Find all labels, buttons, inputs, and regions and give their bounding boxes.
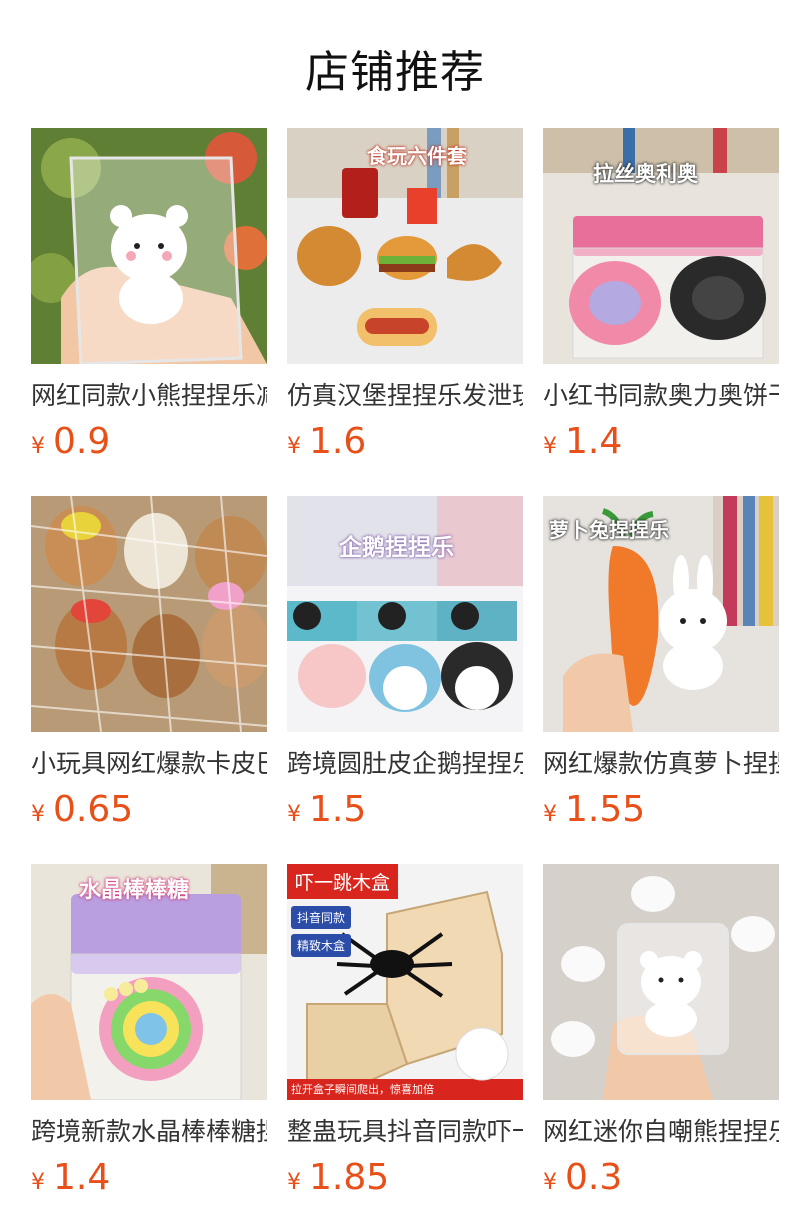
currency-symbol: ¥ [543, 1170, 557, 1195]
oreo-squishy-image[interactable]: 拉丝奥利奥 [543, 128, 779, 364]
currency-symbol: ¥ [31, 434, 45, 459]
price-value: 0.9 [53, 421, 111, 462]
product-card[interactable]: 食玩六件套 仿真汉堡捏捏乐发泄玩具 ¥1.6 [287, 128, 523, 462]
product-card[interactable]: 拉丝奥利奥 小红书同款奥力奥饼干捏捏 ¥1.4 [543, 128, 779, 462]
price-value: 1.4 [565, 421, 623, 462]
product-name[interactable]: 网红迷你自嘲熊捏捏乐 [543, 1116, 779, 1148]
product-price: ¥1.6 [287, 422, 523, 462]
bear-squishy-image[interactable] [31, 128, 267, 364]
product-card[interactable]: 网红同款小熊捏捏乐减压玩具 ¥0.9 [31, 128, 267, 462]
product-name[interactable]: 小玩具网红爆款卡皮巴拉 [31, 748, 267, 780]
product-card[interactable]: 水晶棒棒糖 跨境新款水晶棒棒糖捏捏 ¥1.4 [31, 864, 267, 1198]
currency-symbol: ¥ [543, 434, 557, 459]
product-name[interactable]: 小红书同款奥力奥饼干捏捏 [543, 380, 779, 412]
penguin-squishy-image[interactable]: 企鹅捏捏乐 [287, 496, 523, 732]
currency-symbol: ¥ [287, 434, 301, 459]
image-overlay-text: 食玩六件套 [367, 144, 467, 168]
capybara-squishy-image[interactable] [31, 496, 267, 732]
image-overlay-tag: 精致木盒 [291, 934, 352, 957]
spider-box-image[interactable]: 吓一跳木盒 抖音同款 精致木盒 拉开盒子瞬间爬出，惊喜加倍 [287, 864, 523, 1100]
product-card[interactable]: 萝卜兔捏捏乐 网红爆款仿真萝卜捏捏乐 ¥1.55 [543, 496, 779, 830]
image-overlay-tag: 抖音同款 [291, 906, 352, 929]
product-name[interactable]: 网红同款小熊捏捏乐减压玩具 [31, 380, 267, 412]
product-name[interactable]: 仿真汉堡捏捏乐发泄玩具 [287, 380, 523, 412]
product-price: ¥0.9 [31, 422, 267, 462]
image-overlay-banner: 吓一跳木盒 [287, 864, 399, 899]
price-value: 0.3 [565, 1157, 623, 1198]
product-name[interactable]: 网红爆款仿真萝卜捏捏乐 [543, 748, 779, 780]
image-overlay-text: 水晶棒棒糖 [79, 878, 190, 903]
price-value: 1.4 [53, 1157, 111, 1198]
image-overlay-text: 企鹅捏捏乐 [339, 535, 454, 561]
price-value: 1.85 [309, 1157, 390, 1198]
mini-bear-image[interactable] [543, 864, 779, 1100]
image-overlay-text: 拉丝奥利奥 [593, 162, 698, 186]
product-card[interactable]: 网红迷你自嘲熊捏捏乐 ¥0.3 [543, 864, 779, 1198]
product-price: ¥1.4 [31, 1158, 267, 1198]
price-value: 1.5 [309, 789, 367, 830]
product-price: ¥0.3 [543, 1158, 779, 1198]
price-value: 0.65 [53, 789, 134, 830]
product-price: ¥1.55 [543, 790, 779, 830]
product-price: ¥1.5 [287, 790, 523, 830]
burger-squishy-image[interactable]: 食玩六件套 [287, 128, 523, 364]
image-overlay-text: 萝卜兔捏捏乐 [549, 518, 669, 542]
product-card[interactable]: 吓一跳木盒 抖音同款 精致木盒 拉开盒子瞬间爬出，惊喜加倍 整蛊玩具抖音同款吓一… [287, 864, 523, 1198]
currency-symbol: ¥ [543, 802, 557, 827]
price-value: 1.6 [309, 421, 367, 462]
currency-symbol: ¥ [31, 802, 45, 827]
product-price: ¥1.85 [287, 1158, 523, 1198]
price-value: 1.55 [565, 789, 646, 830]
product-price: ¥1.4 [543, 422, 779, 462]
lollipop-squishy-image[interactable]: 水晶棒棒糖 [31, 864, 267, 1100]
currency-symbol: ¥ [31, 1170, 45, 1195]
currency-symbol: ¥ [287, 1170, 301, 1195]
shop-recommend-section: 店铺推荐 网红同款小熊捏捏乐减压玩具 ¥0.9 [0, 0, 790, 1232]
product-card[interactable]: 企鹅捏捏乐 跨境圆肚皮企鹅捏捏乐 ¥1.5 [287, 496, 523, 830]
section-title: 店铺推荐 [305, 47, 485, 98]
carrot-rabbit-image[interactable]: 萝卜兔捏捏乐 [543, 496, 779, 732]
product-name[interactable]: 跨境圆肚皮企鹅捏捏乐 [287, 748, 523, 780]
currency-symbol: ¥ [287, 802, 301, 827]
product-name[interactable]: 跨境新款水晶棒棒糖捏捏 [31, 1116, 267, 1148]
image-overlay-caption: 拉开盒子瞬间爬出，惊喜加倍 [291, 1083, 434, 1096]
product-name[interactable]: 整蛊玩具抖音同款吓一跳木盒 [287, 1116, 523, 1148]
product-price: ¥0.65 [31, 790, 267, 830]
product-card[interactable]: 小玩具网红爆款卡皮巴拉 ¥0.65 [31, 496, 267, 830]
